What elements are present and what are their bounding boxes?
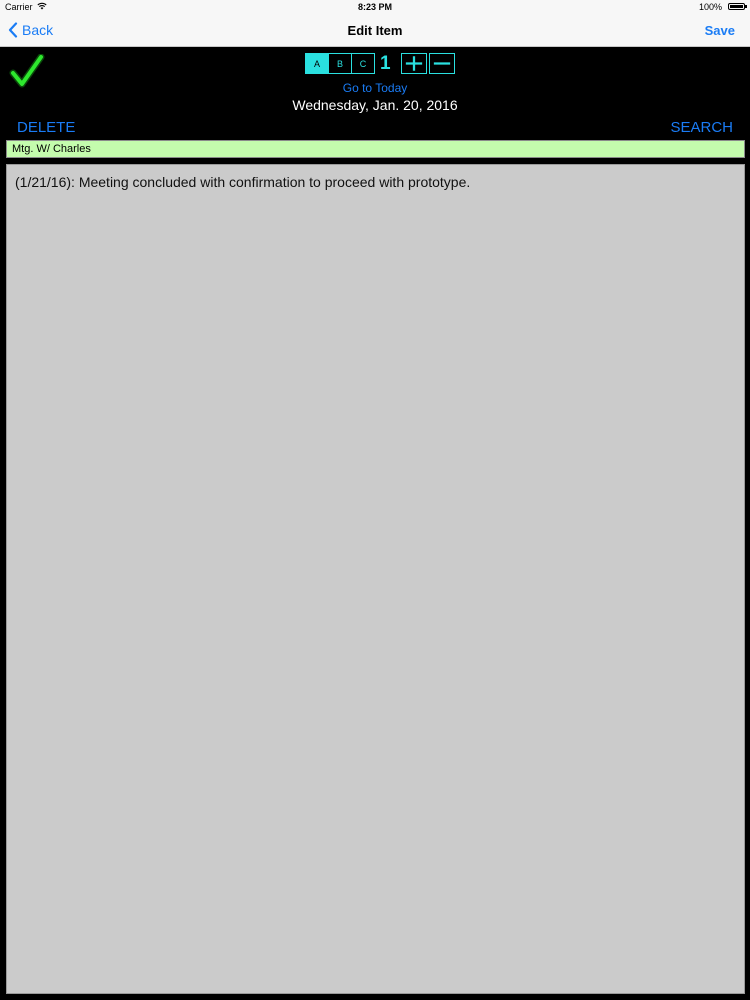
status-time: 8:23 PM	[357, 2, 392, 12]
segment-a[interactable]: A	[306, 54, 329, 73]
minus-icon	[433, 62, 451, 65]
page-title: Edit Item	[347, 23, 403, 38]
increment-button[interactable]	[401, 53, 427, 74]
battery-icon	[728, 3, 747, 10]
navigation-bar: Back Edit Item Save	[0, 14, 750, 47]
item-title-field[interactable]: Mtg. W/ Charles	[6, 140, 745, 158]
priority-segmented-control: A B C	[305, 53, 375, 74]
date-label: Wednesday, Jan. 20, 2016	[292, 97, 458, 113]
priority-number: 1	[380, 53, 391, 74]
delete-button[interactable]: DELETE	[17, 119, 75, 136]
decrement-button[interactable]	[429, 53, 455, 74]
plus-icon	[405, 56, 423, 71]
segment-b[interactable]: B	[329, 54, 352, 73]
notes-textarea[interactable]: (1/21/16): Meeting concluded with confir…	[6, 164, 745, 994]
status-bar: Carrier 8:23 PM 100%	[0, 0, 750, 14]
search-button[interactable]: SEARCH	[670, 119, 733, 136]
save-button[interactable]: Save	[705, 23, 735, 38]
go-to-today-link[interactable]: Go to Today	[0, 81, 750, 95]
segment-c[interactable]: C	[352, 54, 374, 73]
battery-percent: 100%	[698, 2, 722, 12]
